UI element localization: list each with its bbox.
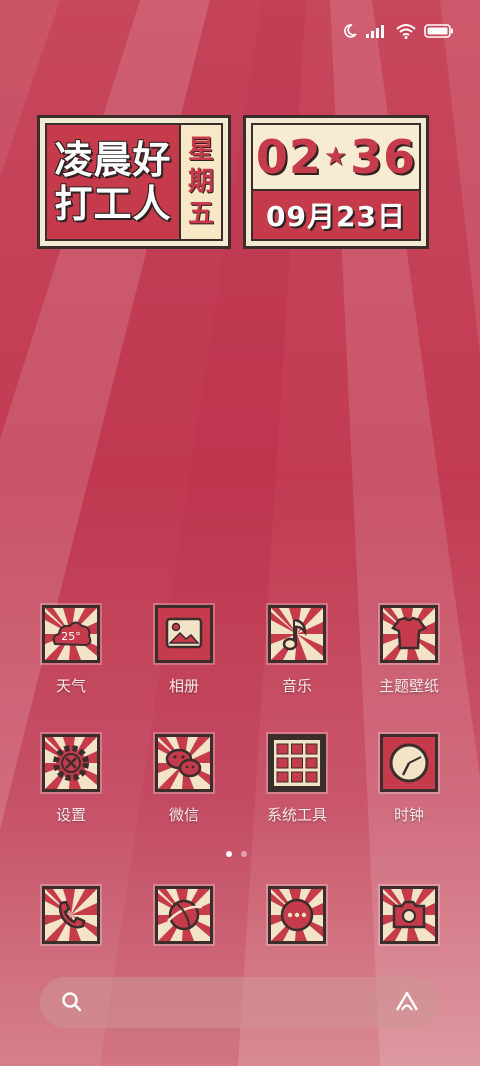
browser-icon (155, 886, 213, 944)
app-label: 主题壁纸 (378, 677, 439, 695)
clock-hour: 02 (255, 130, 322, 184)
search-bar[interactable] (40, 977, 440, 1028)
assistant-icon[interactable] (394, 990, 420, 1014)
app-label: 微信 (168, 806, 199, 824)
battery-icon (424, 24, 453, 38)
signal-icon (366, 25, 384, 38)
app-settings[interactable]: 设置 (21, 734, 121, 825)
dock-phone[interactable] (21, 886, 121, 944)
greeting-widget[interactable]: 凌晨好 打工人 星 期 五 (37, 115, 231, 249)
app-label: 天气 (55, 677, 86, 695)
app-label: 时钟 (393, 806, 424, 824)
dock-camera[interactable] (359, 886, 459, 944)
app-weather[interactable]: 25° 天气 (21, 605, 121, 696)
app-music[interactable]: 音乐 (247, 605, 347, 696)
app-label: 系统工具 (266, 806, 327, 824)
app-label: 相册 (168, 677, 199, 695)
app-clock[interactable]: 时钟 (359, 734, 459, 825)
clock-icon (380, 734, 438, 792)
tools-folder-icon (268, 734, 326, 792)
star-icon: ★ (323, 142, 349, 172)
weather-icon: 25° (42, 605, 100, 663)
greeting-line-2: 打工人 (54, 182, 172, 226)
page-dot (241, 851, 247, 857)
messages-icon (268, 886, 326, 944)
weekday-char: 五 (187, 199, 214, 229)
search-icon[interactable] (60, 990, 84, 1014)
clock-minute: 36 (350, 130, 417, 184)
status-bar (342, 18, 454, 44)
camera-icon (380, 886, 438, 944)
clock-time: 02 ★ 36 (253, 125, 419, 189)
app-theme[interactable]: 主题壁纸 (359, 605, 459, 696)
settings-icon (42, 734, 100, 792)
gallery-icon (155, 605, 213, 663)
page-indicator (226, 851, 247, 857)
theme-icon (380, 605, 438, 663)
page-dot-active (226, 851, 232, 857)
moon-icon (344, 24, 357, 38)
app-label: 设置 (55, 806, 86, 824)
app-label: 音乐 (281, 677, 312, 695)
clock-widget[interactable]: 02 ★ 36 09月23日 (243, 115, 429, 249)
wechat-icon (155, 734, 213, 792)
dock-messages[interactable] (247, 886, 347, 944)
weekday-char: 期 (187, 167, 214, 197)
phone-icon (42, 886, 100, 944)
weather-temp: 25° (61, 630, 81, 643)
greeting-text: 凌晨好 打工人 (47, 125, 179, 239)
weekday-label: 星 期 五 (179, 125, 221, 239)
clock-date: 09月23日 (253, 189, 419, 239)
app-system-tools-folder[interactable]: 系统工具 (247, 734, 347, 825)
dock-browser[interactable] (134, 886, 234, 944)
wifi-icon (396, 24, 416, 39)
app-wechat[interactable]: 微信 (134, 734, 234, 825)
greeting-line-1: 凌晨好 (54, 138, 172, 182)
music-icon (268, 605, 326, 663)
app-gallery[interactable]: 相册 (134, 605, 234, 696)
weekday-char: 星 (187, 135, 214, 165)
